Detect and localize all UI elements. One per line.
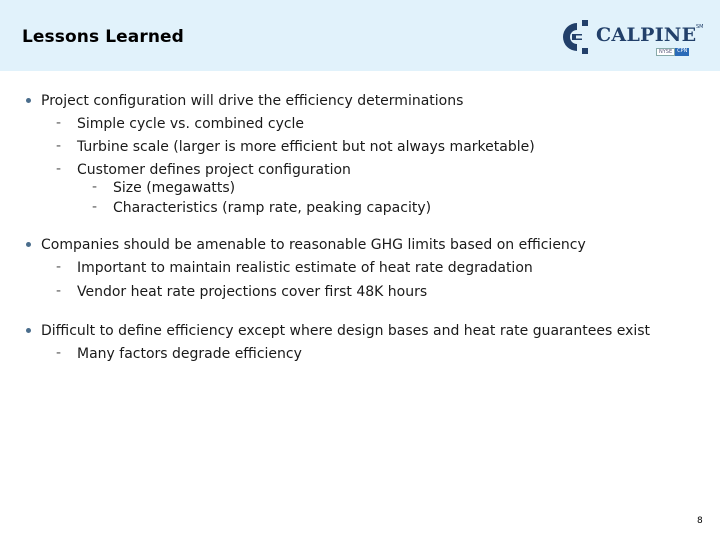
dash-icon: - bbox=[56, 283, 62, 299]
sub-bullet-item: Simple cycle vs. combined cycle bbox=[77, 116, 305, 132]
logo-trademark: SM bbox=[696, 24, 704, 30]
dash-icon: - bbox=[56, 161, 62, 177]
bullet-icon bbox=[26, 328, 31, 333]
dash-icon: - bbox=[92, 199, 98, 215]
bullet-icon bbox=[26, 242, 31, 247]
sub-bullet-item: Turbine scale (larger is more efficient … bbox=[77, 139, 535, 155]
sub-sub-bullet-item: Characteristics (ramp rate, peaking capa… bbox=[113, 200, 432, 216]
bullet-item: Difficult to define efficiency except wh… bbox=[41, 323, 651, 339]
dash-icon: - bbox=[92, 179, 98, 195]
dash-icon: - bbox=[56, 138, 62, 154]
dash-icon: - bbox=[56, 345, 62, 361]
sub-bullet-item: Important to maintain realistic estimate… bbox=[77, 260, 533, 276]
calpine-logo: CALPINE SM NYSE CPN bbox=[560, 18, 704, 62]
ticker-symbol: CPN bbox=[675, 48, 690, 56]
sub-bullet-item: Customer defines project configuration bbox=[77, 162, 351, 178]
ticker-tag: NYSE CPN bbox=[656, 48, 690, 56]
page-number: 8 bbox=[697, 516, 703, 526]
ticker-exchange: NYSE bbox=[656, 48, 676, 56]
bullet-item: Companies should be amenable to reasonab… bbox=[41, 237, 586, 253]
slide-title: Lessons Learned bbox=[22, 27, 184, 47]
sub-sub-bullet-item: Size (megawatts) bbox=[113, 180, 236, 196]
bullet-item: Project configuration will drive the eff… bbox=[41, 93, 464, 109]
sub-bullet-item: Many factors degrade efficiency bbox=[77, 346, 302, 362]
sub-bullet-item: Vendor heat rate projections cover first… bbox=[77, 284, 428, 300]
bullet-icon bbox=[26, 98, 31, 103]
dash-icon: - bbox=[56, 115, 62, 131]
slide-header: Lessons Learned CALPINE SM NYSE CPN bbox=[0, 0, 720, 71]
calpine-c-icon bbox=[563, 20, 588, 54]
logo-wordmark: CALPINE bbox=[596, 24, 697, 46]
dash-icon: - bbox=[56, 259, 62, 275]
